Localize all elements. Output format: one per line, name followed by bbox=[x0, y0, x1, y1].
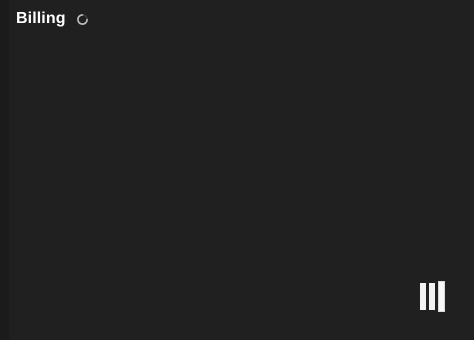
page-title: Billing bbox=[16, 10, 66, 27]
loading-spinner-icon bbox=[76, 13, 88, 25]
page-header: Billing bbox=[16, 8, 89, 30]
billing-window: Billing bbox=[0, 0, 474, 340]
window-left-edge bbox=[0, 0, 9, 340]
vertical-bars-logo-icon bbox=[420, 281, 445, 312]
